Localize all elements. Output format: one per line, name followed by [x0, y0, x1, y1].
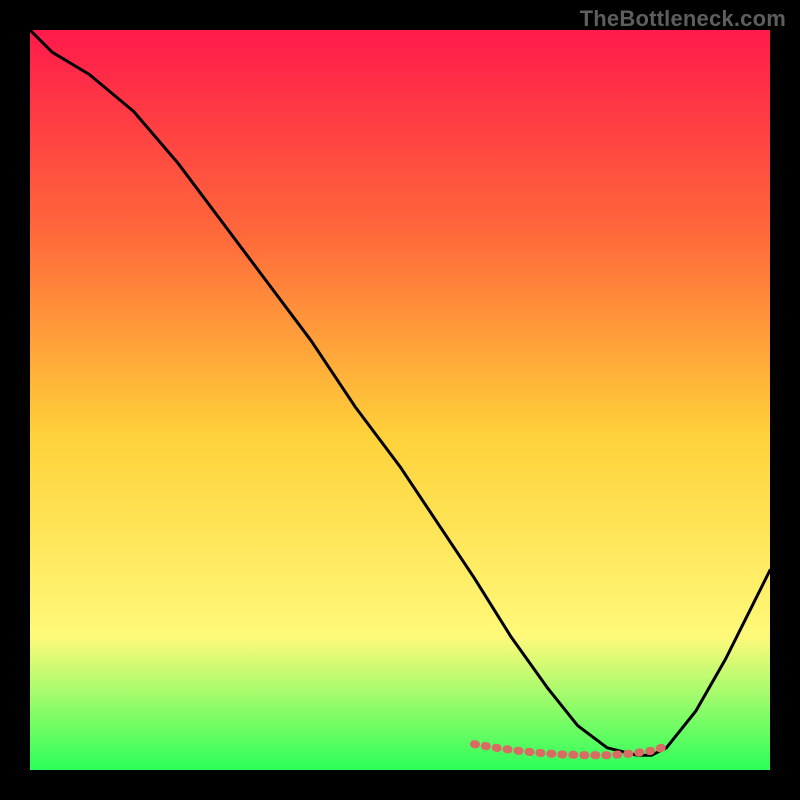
- plot-area: [30, 30, 770, 770]
- chart-frame: TheBottleneck.com: [0, 0, 800, 800]
- bottleneck-curve-chart: [30, 30, 770, 770]
- gradient-background: [30, 30, 770, 770]
- watermark-label: TheBottleneck.com: [580, 6, 786, 32]
